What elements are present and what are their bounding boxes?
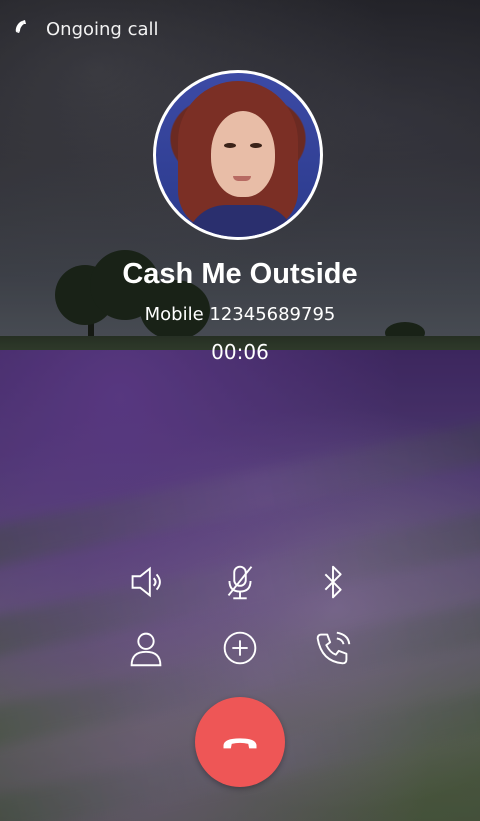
phone-waves-icon: [316, 631, 351, 665]
end-call-button[interactable]: [195, 697, 285, 787]
contacts-button[interactable]: [118, 620, 174, 676]
bluetooth-icon: [324, 565, 342, 599]
speaker-icon: [131, 566, 161, 598]
plus-circle-icon: [223, 631, 257, 665]
microphone-off-icon: [227, 565, 253, 600]
status-bar: Ongoing call: [12, 14, 159, 44]
caller-number: Mobile 12345689795: [144, 304, 336, 325]
caller-avatar: [153, 70, 323, 240]
end-call-icon: [223, 738, 257, 749]
add-call-button[interactable]: [212, 620, 268, 676]
speaker-button[interactable]: [118, 554, 174, 610]
person-icon: [130, 632, 162, 667]
phone-icon: [12, 17, 36, 41]
bluetooth-button[interactable]: [305, 554, 361, 610]
caller-name: Cash Me Outside: [122, 258, 358, 290]
mute-button[interactable]: [212, 554, 268, 610]
call-options-button[interactable]: [305, 620, 361, 676]
call-duration: 00:06: [211, 340, 269, 364]
status-text: Ongoing call: [46, 18, 159, 40]
